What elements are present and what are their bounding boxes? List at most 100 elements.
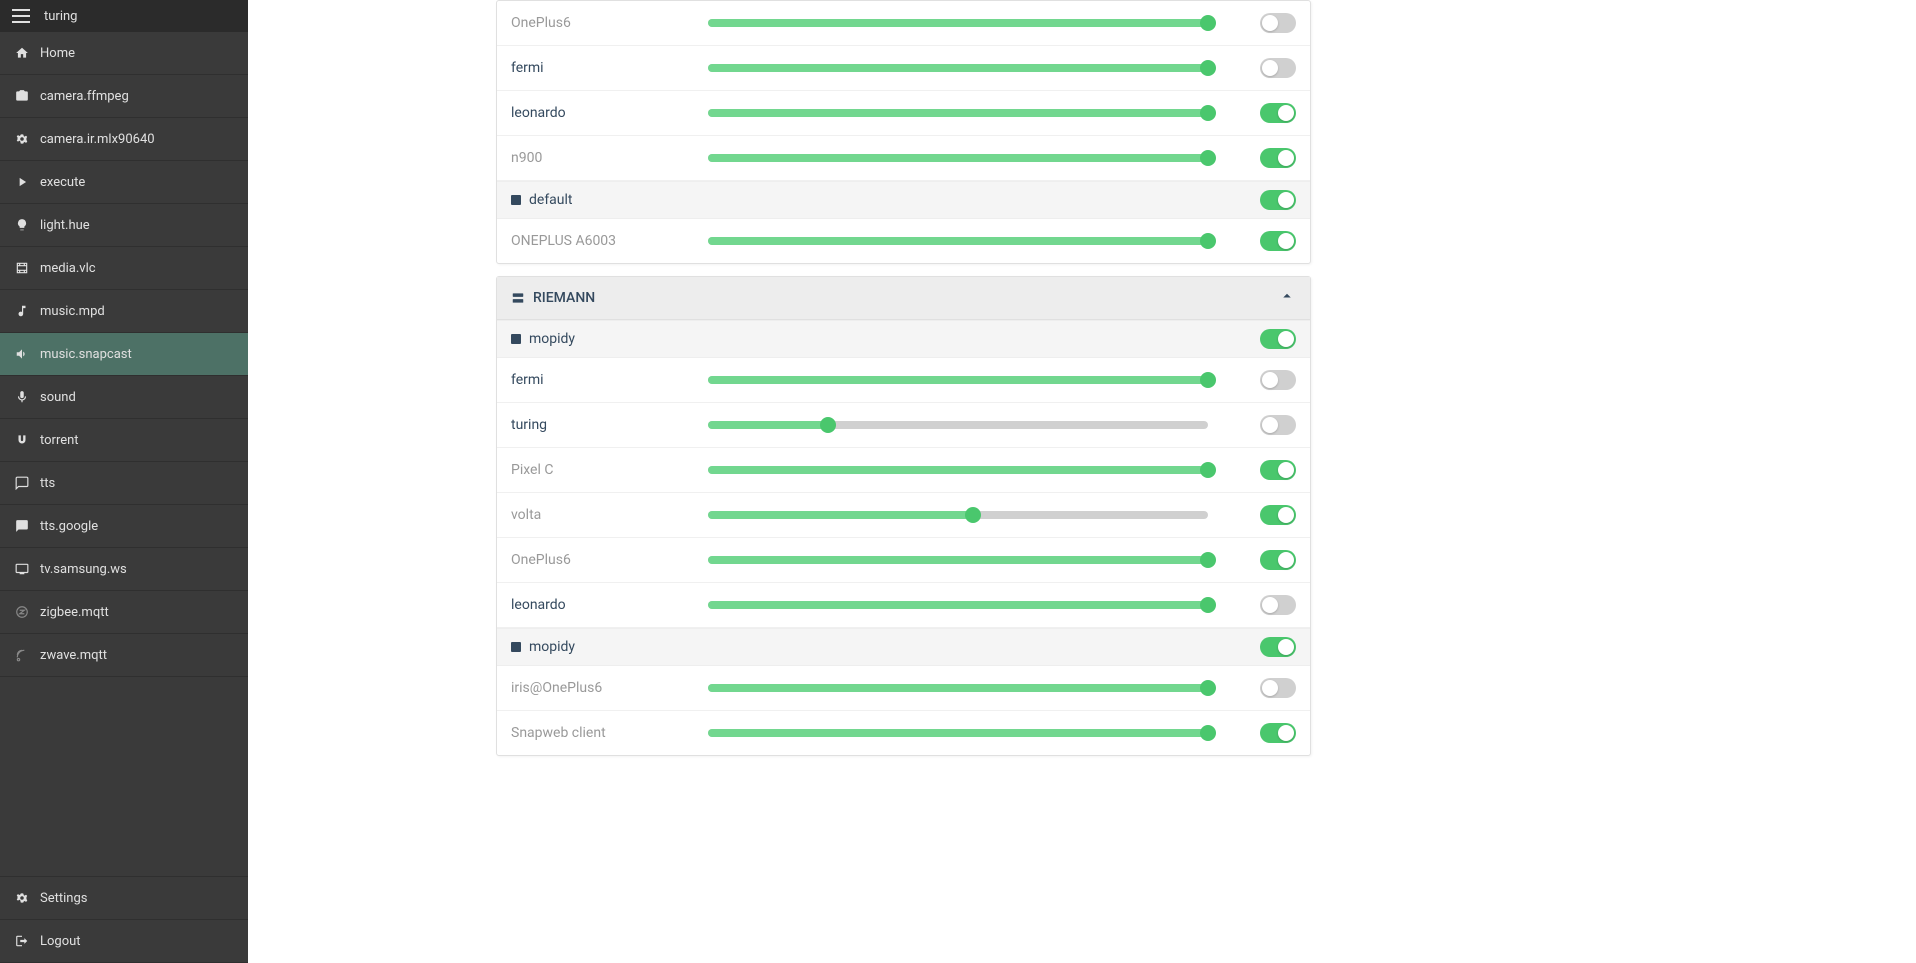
client-row: iris@OnePlus6 — [497, 666, 1310, 711]
client-row: OnePlus6 — [497, 538, 1310, 583]
sidebar-item-execute[interactable]: execute — [0, 161, 248, 204]
group-label: mopidy — [529, 331, 1252, 347]
client-row: leonardo — [497, 583, 1310, 628]
client-toggle[interactable] — [1260, 505, 1296, 525]
sidebar-item-label: camera.ir.mlx90640 — [40, 132, 155, 147]
sidebar-item-label: media.vlc — [40, 261, 96, 276]
sidebar-item-label: music.snapcast — [40, 347, 132, 362]
sidebar-item-label: tts.google — [40, 519, 98, 534]
panel-0: OnePlus6 fermi leonardo n900 default ONEPLUS … — [496, 0, 1311, 264]
sidebar-item-music-snapcast[interactable]: music.snapcast — [0, 333, 248, 376]
menu-icon[interactable] — [12, 9, 30, 23]
sidebar-item-tts[interactable]: tts — [0, 462, 248, 505]
speaker-icon — [14, 346, 30, 362]
client-label: leonardo — [511, 597, 696, 613]
volume-slider[interactable] — [708, 466, 1208, 474]
client-toggle[interactable] — [1260, 595, 1296, 615]
stop-icon[interactable] — [511, 195, 521, 205]
sidebar-item-label: Home — [40, 46, 75, 61]
magnet-icon — [14, 432, 30, 448]
sidebar-item-music-mpd[interactable]: music.mpd — [0, 290, 248, 333]
client-toggle[interactable] — [1260, 460, 1296, 480]
volume-slider[interactable] — [708, 154, 1208, 162]
sidebar-item-Home[interactable]: Home — [0, 32, 248, 75]
sidebar-header: turing — [0, 0, 248, 32]
volume-slider[interactable] — [708, 237, 1208, 245]
volume-slider[interactable] — [708, 109, 1208, 117]
mic-icon — [14, 389, 30, 405]
sidebar-item-Logout[interactable]: Logout — [0, 920, 248, 963]
sidebar-item-camera-ir-mlx90640[interactable]: camera.ir.mlx90640 — [0, 118, 248, 161]
sidebar: turing Home camera.ffmpeg camera.ir.mlx906… — [0, 0, 248, 963]
group-toggle[interactable] — [1260, 329, 1296, 349]
sidebar-item-Settings[interactable]: Settings — [0, 877, 248, 920]
volume-slider[interactable] — [708, 511, 1208, 519]
client-label: iris@OnePlus6 — [511, 680, 696, 696]
group-label: default — [529, 192, 1252, 208]
sidebar-item-label: music.mpd — [40, 304, 105, 319]
sidebar-item-label: light.hue — [40, 218, 90, 233]
sidebar-item-label: sound — [40, 390, 76, 405]
bulb-icon — [14, 217, 30, 233]
sidebar-item-light-hue[interactable]: light.hue — [0, 204, 248, 247]
client-row: fermi — [497, 46, 1310, 91]
client-toggle[interactable] — [1260, 231, 1296, 251]
volume-slider[interactable] — [708, 729, 1208, 737]
client-label: turing — [511, 417, 696, 433]
client-toggle[interactable] — [1260, 370, 1296, 390]
client-toggle[interactable] — [1260, 678, 1296, 698]
group-toggle[interactable] — [1260, 190, 1296, 210]
client-label: fermi — [511, 372, 696, 388]
stop-icon[interactable] — [511, 334, 521, 344]
group-toggle[interactable] — [1260, 637, 1296, 657]
volume-slider[interactable] — [708, 601, 1208, 609]
client-toggle[interactable] — [1260, 13, 1296, 33]
client-label: Pixel C — [511, 462, 696, 478]
group-header: default — [497, 181, 1310, 219]
sidebar-item-camera-ffmpeg[interactable]: camera.ffmpeg — [0, 75, 248, 118]
chevron-up-icon — [1278, 287, 1296, 309]
stop-icon[interactable] — [511, 642, 521, 652]
volume-slider[interactable] — [708, 64, 1208, 72]
client-label: leonardo — [511, 105, 696, 121]
chat-icon — [14, 475, 30, 491]
client-toggle[interactable] — [1260, 550, 1296, 570]
sidebar-item-media-vlc[interactable]: media.vlc — [0, 247, 248, 290]
sidebar-item-label: Settings — [40, 891, 87, 906]
main-content: OnePlus6 fermi leonardo n900 default ONEPLUS … — [248, 0, 1916, 963]
client-row: Pixel C — [497, 448, 1310, 493]
volume-slider[interactable] — [708, 19, 1208, 27]
client-row: ONEPLUS A6003 — [497, 219, 1310, 263]
client-toggle[interactable] — [1260, 103, 1296, 123]
volume-slider[interactable] — [708, 376, 1208, 384]
panel-riemann: RIEMANNmopidyfermituringPixel CvoltaOneP… — [496, 276, 1311, 756]
sidebar-item-tts-google[interactable]: tts.google — [0, 505, 248, 548]
sidebar-item-tv-samsung-ws[interactable]: tv.samsung.ws — [0, 548, 248, 591]
client-toggle[interactable] — [1260, 58, 1296, 78]
client-row: n900 — [497, 136, 1310, 181]
play-icon — [14, 174, 30, 190]
client-label: fermi — [511, 60, 696, 76]
sidebar-item-label: execute — [40, 175, 85, 190]
client-row: OnePlus6 — [497, 1, 1310, 46]
sidebar-item-sound[interactable]: sound — [0, 376, 248, 419]
logout-icon — [14, 933, 30, 949]
home-icon — [14, 45, 30, 61]
sidebar-item-torrent[interactable]: torrent — [0, 419, 248, 462]
gear-icon — [14, 890, 30, 906]
client-toggle[interactable] — [1260, 148, 1296, 168]
sidebar-item-zigbee-mqtt[interactable]: zigbee.mqtt — [0, 591, 248, 634]
volume-slider[interactable] — [708, 556, 1208, 564]
client-toggle[interactable] — [1260, 415, 1296, 435]
panel-header[interactable]: RIEMANN — [497, 277, 1310, 320]
sidebar-footer: Settings Logout — [0, 876, 248, 963]
sidebar-item-label: torrent — [40, 433, 79, 448]
volume-slider[interactable] — [708, 684, 1208, 692]
volume-slider[interactable] — [708, 421, 1208, 429]
sidebar-item-zwave-mqtt[interactable]: zwave.mqtt — [0, 634, 248, 677]
client-row: fermi — [497, 358, 1310, 403]
client-toggle[interactable] — [1260, 723, 1296, 743]
gear-icon — [14, 131, 30, 147]
chat-fill-icon — [14, 518, 30, 534]
host-title: turing — [44, 9, 77, 24]
